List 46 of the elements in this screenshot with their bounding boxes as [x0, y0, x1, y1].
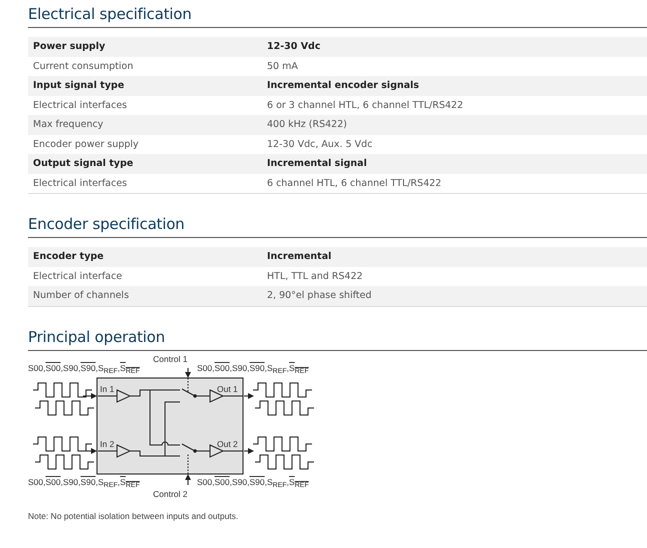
arrow-icon	[244, 392, 254, 398]
input-label: In 1	[100, 384, 114, 394]
spec-label: Max frequency	[33, 119, 104, 130]
spec-value: 6 or 3 channel HTL, 6 channel TTL/RS422	[267, 100, 464, 111]
control-label: Control 2	[153, 488, 188, 498]
signal-list-label: S00,S00,S90,S90,S$_{REF}$,S$_{REF}$	[28, 362, 140, 372]
note-text: Note: No potential isolation between inputs and outputs.	[28, 510, 240, 520]
spec-label: Electrical interfaces	[33, 100, 128, 111]
waveform-drawing	[32, 382, 94, 415]
arrow-icon	[82, 392, 97, 398]
spec-value: 400 kHz (RS422)	[267, 119, 348, 130]
output-label: Out 2	[217, 438, 238, 448]
arrow-icon	[244, 448, 254, 454]
control-label: Control 1	[153, 354, 188, 364]
waveform-drawing	[32, 436, 94, 469]
section-heading: Electrical specification	[28, 4, 647, 28]
spec-label: Number of channels	[33, 290, 130, 302]
arrow-icon	[185, 474, 191, 485]
spec-label: Encoder power supply	[33, 138, 140, 150]
spec-label: Electrical interface	[33, 270, 124, 282]
spec-label: Electrical interfaces	[33, 178, 128, 189]
spec-label: Power supply	[33, 41, 106, 52]
spec-value: Incremental signal	[267, 158, 368, 170]
output-label: Out 1	[217, 384, 238, 394]
spec-value: HTL, TTL and RS422	[267, 270, 364, 282]
input-label: In 2	[100, 438, 114, 448]
spec-label: Output signal type	[33, 158, 134, 170]
signal-list-label: S00,S00,S90,S90,S$_{REF}$,S$_{REF}$	[28, 476, 140, 486]
spec-value: Incremental encoder signals	[267, 80, 420, 92]
spec-value: Incremental	[267, 251, 332, 262]
waveform-drawing	[252, 436, 314, 469]
spec-value: 12-30 Vdc	[267, 41, 322, 52]
spec-value: 6 channel HTL, 6 channel TTL/RS422	[267, 178, 442, 189]
spec-value: 50 mA	[267, 60, 299, 72]
spec-value: 12-30 Vdc, Aux. 5 Vdc	[267, 138, 374, 150]
spec-value: 2, 90°el phase shifted	[267, 290, 372, 302]
arrow-icon	[82, 448, 97, 454]
signal-list-label: S00,S00,S90,S90,S$_{REF}$,S$_{REF}$	[197, 476, 309, 486]
signal-list-label: S00,S00,S90,S90,S$_{REF}$,S$_{REF}$	[197, 362, 309, 372]
waveform-drawing	[252, 382, 314, 415]
section-heading: Encoder specification	[28, 214, 647, 238]
spec-label: Current consumption	[33, 60, 134, 72]
spec-label: Input signal type	[33, 80, 126, 92]
spec-label: Encoder type	[33, 251, 105, 262]
section-heading: Principal operation	[28, 326, 647, 350]
arrow-icon	[185, 367, 191, 378]
